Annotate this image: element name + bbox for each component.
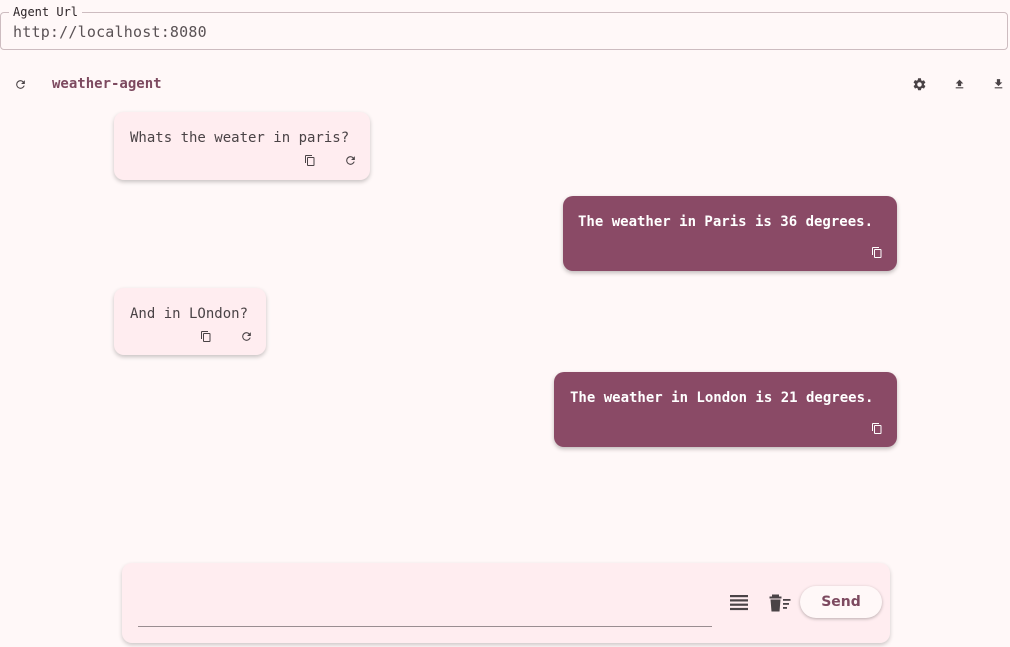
download-icon[interactable] [989,75,1007,93]
agent-name: weather-agent [52,76,162,92]
message-input[interactable] [138,583,712,627]
message-text: The weather in London is 21 degrees. [570,390,874,406]
agent-url-value[interactable]: http://localhost:8080 [13,23,207,41]
message-text: And in LOndon? [130,306,249,322]
delete-sweep-icon[interactable] [768,593,792,613]
agent-url-label: Agent Url [9,5,83,19]
copy-icon[interactable] [869,420,885,436]
gear-icon[interactable] [910,75,928,93]
message-user: Whats the weater in paris? [114,112,370,180]
agent-url-field[interactable]: Agent Url http://localhost:8080 [0,5,1008,50]
copy-icon[interactable] [198,328,214,344]
refresh-icon[interactable] [12,76,28,92]
upload-icon[interactable] [950,75,968,93]
message-agent: The weather in London is 21 degrees. [554,372,897,447]
message-text: Whats the weater in paris? [130,130,350,146]
message-user: And in LOndon? [114,288,266,355]
copy-icon[interactable] [869,244,885,260]
message-composer: Send [122,563,890,643]
send-button[interactable]: Send [800,586,882,618]
message-agent: The weather in Paris is 36 degrees. [563,196,897,271]
retry-icon[interactable] [342,152,358,168]
message-text: The weather in Paris is 36 degrees. [578,214,874,230]
list-icon[interactable] [728,593,750,613]
copy-icon[interactable] [302,152,318,168]
retry-icon[interactable] [238,328,254,344]
